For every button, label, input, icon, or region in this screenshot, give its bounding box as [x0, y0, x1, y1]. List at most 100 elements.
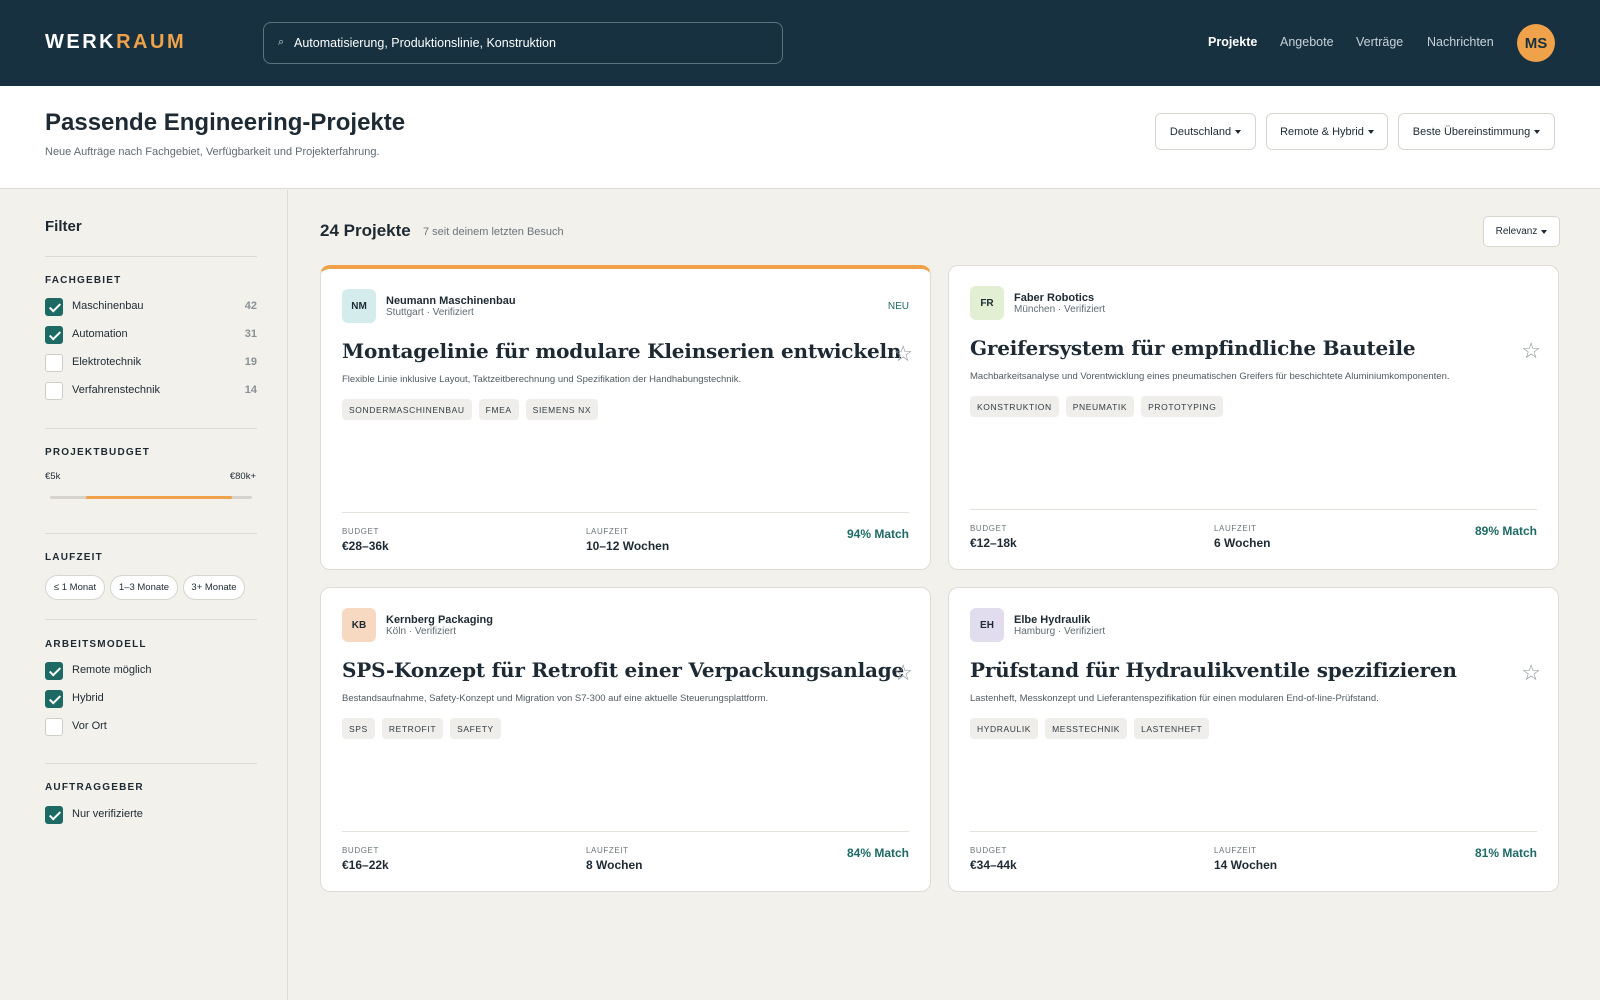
budget-label: BUDGET — [970, 846, 1007, 855]
filter-elektrotechnik[interactable]: Elektrotechnik 19 — [45, 354, 257, 372]
budget-value: €12–18k — [970, 536, 1017, 550]
top-bar: WERKRAUM ⌕ Projekte Angebote Verträge Na… — [0, 0, 1600, 86]
company-monogram: KB — [342, 608, 376, 642]
section-title-budget: PROJEKTBUDGET — [45, 447, 151, 458]
project-title[interactable]: Prüfstand für Hydraulikventile spezifizi… — [970, 658, 1457, 682]
company-name[interactable]: Neumann Maschinenbau — [386, 295, 516, 307]
filter-label: Vor Ort — [72, 720, 107, 732]
company-meta: Köln · Verifiziert — [386, 626, 457, 637]
filter-maschinenbau[interactable]: Maschinenbau 42 — [45, 298, 257, 316]
budget-value: €34–44k — [970, 858, 1017, 872]
company-meta: München · Verifiziert — [1014, 304, 1106, 315]
star-icon[interactable]: ☆ — [893, 662, 913, 684]
country-dropdown[interactable]: Deutschland — [1155, 113, 1256, 150]
logo-main: WERK — [45, 31, 117, 53]
divider — [45, 619, 257, 620]
filter-remote[interactable]: Remote möglich — [45, 662, 257, 680]
filter-verfahrenstechnik[interactable]: Verfahrenstechnik 14 — [45, 382, 257, 400]
page-header: Passende Engineering-Projekte Neue Auftr… — [0, 86, 1600, 189]
divider — [970, 509, 1537, 510]
checkbox[interactable] — [45, 298, 63, 316]
divider — [45, 533, 257, 534]
checkbox[interactable] — [45, 690, 63, 708]
duration-value: 6 Wochen — [1214, 536, 1271, 550]
duration-value: 10–12 Wochen — [586, 539, 670, 553]
divider — [45, 763, 257, 764]
budget-slider[interactable] — [50, 496, 252, 499]
tag: SIEMENS NX — [525, 399, 599, 420]
chevron-down-icon — [1235, 129, 1242, 134]
duration-label: LAUFZEIT — [1214, 524, 1257, 533]
tag: LASTENHEFT — [1134, 718, 1210, 739]
filter-label: Verfahrenstechnik — [72, 384, 161, 396]
tag-list: HYDRAULIK MESSTECHNIK LASTENHEFT — [970, 718, 1210, 739]
ranking-dropdown[interactable]: Beste Übereinstimmung — [1398, 113, 1555, 150]
chip-under-1-month[interactable]: ≤ 1 Monat — [45, 575, 105, 600]
project-card[interactable]: FR Faber Robotics München · Verifiziert … — [948, 265, 1559, 570]
checkbox[interactable] — [45, 806, 63, 824]
filter-label: Automation — [72, 328, 128, 340]
section-title-arbeitsmodell: ARBEITSMODELL — [45, 639, 147, 650]
filter-onsite[interactable]: Vor Ort — [45, 718, 257, 736]
page-subtitle: Neue Aufträge nach Fachgebiet, Verfügbar… — [45, 146, 380, 158]
checkbox[interactable] — [45, 718, 63, 736]
filter-hybrid[interactable]: Hybrid — [45, 690, 257, 708]
filter-title: Filter — [45, 218, 82, 235]
checkbox[interactable] — [45, 354, 63, 372]
nav-nachrichten[interactable]: Nachrichten — [1427, 35, 1494, 49]
avatar[interactable]: MS — [1517, 24, 1555, 62]
results-count: 24 Projekte — [320, 221, 411, 240]
tag: PROTOTYPING — [1141, 396, 1224, 417]
chip-3-plus-months[interactable]: 3+ Monate — [183, 575, 245, 600]
filter-automation[interactable]: Automation 31 — [45, 326, 257, 344]
checkbox[interactable] — [45, 326, 63, 344]
duration-value: 8 Wochen — [586, 858, 643, 872]
project-title[interactable]: Greifersystem für empfindliche Bauteile — [970, 336, 1416, 360]
checkbox[interactable] — [45, 382, 63, 400]
budget-label: BUDGET — [342, 527, 379, 536]
match-score: 94% Match — [846, 527, 909, 541]
nav-projekte[interactable]: Projekte — [1208, 35, 1257, 49]
ranking-dropdown-label: Beste Übereinstimmung — [1412, 125, 1531, 138]
results-new-since: 7 seit deinem letzten Besuch — [423, 226, 564, 238]
logo[interactable]: WERKRAUM — [45, 31, 186, 54]
tag: KONSTRUKTION — [970, 396, 1059, 417]
tag: SAFETY — [450, 718, 501, 739]
tag: RETROFIT — [381, 718, 444, 739]
project-card[interactable]: EH Elbe Hydraulik Hamburg · Verifiziert … — [948, 587, 1559, 892]
filter-verified-only[interactable]: Nur verifizierte — [45, 806, 257, 824]
search-box: ⌕ — [263, 22, 783, 64]
project-title[interactable]: SPS-Konzept für Retrofit einer Verpackun… — [342, 658, 904, 682]
company-name[interactable]: Elbe Hydraulik — [1014, 614, 1090, 626]
sort-dropdown[interactable]: Relevanz — [1483, 216, 1560, 247]
tag: MESSTECHNIK — [1045, 718, 1128, 739]
filter-count: 31 — [244, 328, 257, 340]
nav-vertraege[interactable]: Verträge — [1356, 35, 1403, 49]
section-title-auftraggeber: AUFTRAGGEBER — [45, 782, 144, 793]
project-card[interactable]: KB Kernberg Packaging Köln · Verifiziert… — [320, 587, 931, 892]
checkbox[interactable] — [45, 662, 63, 680]
filter-count: 19 — [244, 356, 257, 368]
budget-max-label: €80k+ — [229, 471, 256, 482]
star-icon[interactable]: ☆ — [893, 343, 913, 365]
work-mode-dropdown[interactable]: Remote & Hybrid — [1266, 113, 1388, 150]
nav-angebote[interactable]: Angebote — [1280, 35, 1334, 49]
sort-dropdown-label: Relevanz — [1495, 226, 1538, 237]
company-name[interactable]: Faber Robotics — [1014, 292, 1094, 304]
chip-1-3-months[interactable]: 1–3 Monate — [110, 575, 178, 600]
star-icon[interactable]: ☆ — [1521, 662, 1541, 684]
search-input[interactable] — [294, 23, 774, 63]
star-icon[interactable]: ☆ — [1521, 340, 1541, 362]
project-card[interactable]: NM Neumann Maschinenbau Stuttgart · Veri… — [320, 265, 931, 570]
company-monogram: FR — [970, 286, 1004, 320]
filter-label: Hybrid — [72, 692, 104, 704]
match-score: 89% Match — [1474, 524, 1537, 538]
section-title-laufzeit: LAUFZEIT — [45, 552, 103, 563]
company-name[interactable]: Kernberg Packaging — [386, 614, 493, 626]
filter-label: Nur verifizierte — [72, 808, 143, 820]
company-meta: Stuttgart · Verifiziert — [386, 307, 474, 318]
project-description: Flexible Linie inklusive Layout, Taktzei… — [342, 374, 742, 385]
divider — [342, 512, 909, 513]
project-title[interactable]: Montagelinie für modulare Kleinserien en… — [342, 339, 901, 363]
budget-slider-range[interactable] — [86, 496, 232, 499]
